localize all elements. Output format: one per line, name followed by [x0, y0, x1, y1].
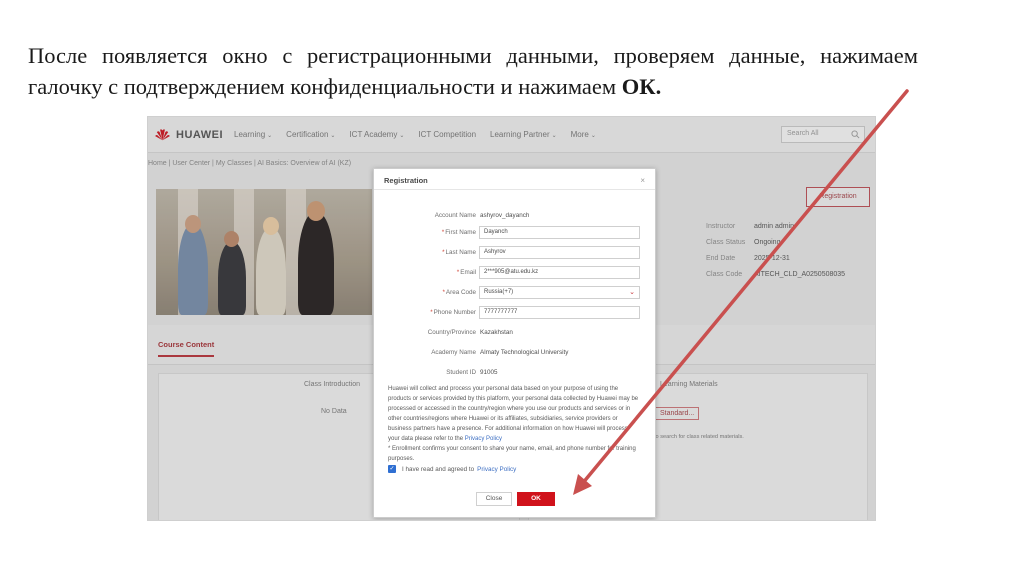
consent-body: Huawei will collect and process your per… — [388, 386, 639, 442]
field-student-id: Student ID 91005 — [374, 366, 657, 380]
field-last-name: *Last Name Ashyrov — [374, 246, 657, 260]
field-country: Country/Province Kazakhstan — [374, 326, 657, 340]
field-value: Kazakhstan — [480, 329, 513, 336]
field-label: *Last Name — [442, 249, 476, 256]
area-code-value: Russia(+7) — [484, 289, 514, 295]
email-input[interactable]: 2***905@atu.edu.kz — [479, 266, 640, 279]
field-account-name: Account Name ashyrov_dayanch — [374, 209, 657, 223]
required-mark: * — [442, 249, 445, 256]
caption-bold: ОК. — [621, 74, 662, 99]
registration-dialog: Registration × Account Name ashyrov_daya… — [373, 168, 656, 518]
field-value: Almaty Technological University — [480, 349, 569, 356]
privacy-checkbox[interactable]: ✓ — [388, 465, 396, 473]
enrollment-note: * Enrollment confirms your consent to sh… — [388, 446, 636, 462]
agree-privacy-link[interactable]: Privacy Policy — [477, 466, 516, 473]
agree-text: I have read and agreed to — [402, 465, 475, 473]
field-area-code: *Area Code Russia(+7) ⌄ — [374, 286, 657, 300]
field-label: Country/Province — [427, 329, 476, 336]
field-academy-name: Academy Name Almaty Technological Univer… — [374, 346, 657, 360]
chevron-down-icon: ⌄ — [629, 289, 635, 296]
field-label-text: First Name — [445, 229, 476, 236]
phone-number-input[interactable]: 7777777777 — [479, 306, 640, 319]
field-label: Academy Name — [431, 349, 476, 356]
area-code-select[interactable]: Russia(+7) ⌄ — [479, 286, 640, 299]
privacy-consent-text: Huawei will collect and process your per… — [388, 384, 640, 464]
required-mark: * — [456, 269, 460, 276]
required-mark: * — [442, 289, 445, 296]
field-label: *Phone Number — [430, 309, 476, 316]
field-phone-number: *Phone Number 7777777777 — [374, 306, 657, 320]
close-icon[interactable]: × — [640, 176, 645, 185]
first-name-input[interactable]: Dayanch — [479, 226, 640, 239]
field-value: ashyrov_dayanch — [480, 212, 530, 219]
privacy-policy-link[interactable]: Privacy Policy — [465, 436, 502, 442]
field-email: *Email 2***905@atu.edu.kz — [374, 266, 657, 280]
field-label: Account Name — [434, 212, 476, 219]
caption-text: После появляется окно с регистрационными… — [28, 43, 918, 99]
field-label-text: Area Code — [445, 289, 476, 296]
agree-label: I have read and agreed to Privacy Policy — [402, 466, 516, 473]
field-label-text: Email — [460, 269, 476, 276]
dialog-divider — [374, 189, 655, 190]
dialog-title: Registration — [384, 176, 428, 185]
close-button[interactable]: Close — [476, 492, 512, 506]
field-label-text: Last Name — [445, 249, 476, 256]
field-label: Student ID — [446, 369, 476, 376]
field-label: *Email — [457, 269, 476, 276]
privacy-agree-row: ✓ I have read and agreed to Privacy Polic… — [388, 465, 516, 473]
slide-caption: После появляется окно с регистрационными… — [28, 40, 918, 102]
field-first-name: *First Name Dayanch — [374, 226, 657, 240]
field-label: *Area Code — [442, 289, 476, 296]
field-label-text: Phone Number — [433, 309, 476, 316]
field-value: 91005 — [480, 369, 498, 376]
required-mark: * — [430, 309, 433, 316]
screenshot-frame: HUAWEI Learning ⌄ Certification ⌄ ICT Acad… — [147, 116, 876, 521]
ok-button[interactable]: OK — [517, 492, 555, 506]
field-label: *First Name — [442, 229, 476, 236]
last-name-input[interactable]: Ashyrov — [479, 246, 640, 259]
required-mark: * — [441, 229, 445, 236]
